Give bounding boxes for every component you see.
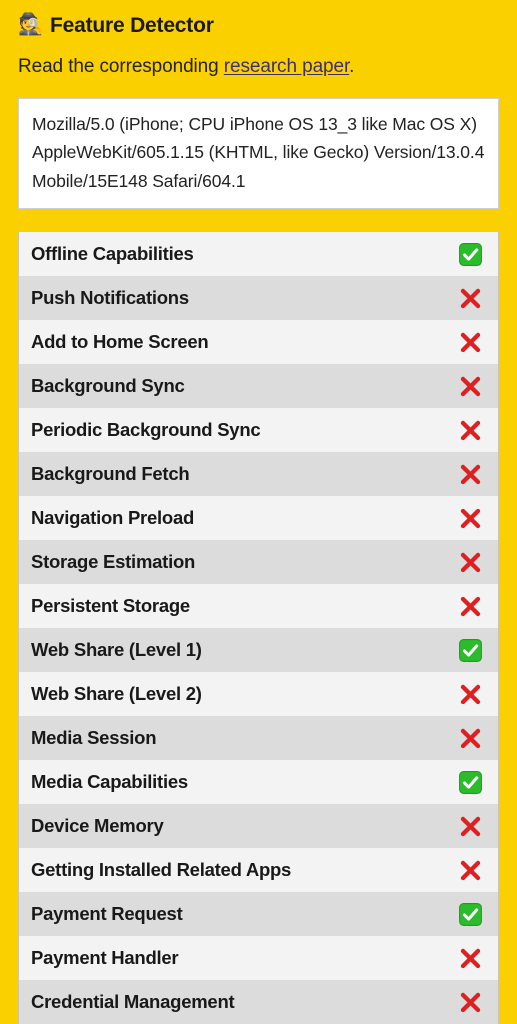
feature-row: Credential Management [19, 980, 498, 1024]
feature-label: Background Fetch [31, 463, 190, 485]
feature-list: Offline Capabilities Push Notifications Ad… [18, 231, 499, 1024]
unsupported-cross-icon [456, 416, 484, 444]
unsupported-cross-icon [456, 504, 484, 532]
feature-row: Media Capabilities [19, 760, 498, 805]
feature-label: Background Sync [31, 375, 185, 397]
feature-label: Payment Request [31, 903, 183, 925]
feature-label: Media Session [31, 727, 157, 749]
unsupported-cross-icon [456, 680, 484, 708]
intro-suffix: . [349, 56, 355, 77]
unsupported-cross-icon [456, 592, 484, 620]
intro-text: Read the corresponding research paper. [18, 56, 499, 78]
supported-check-icon [456, 240, 484, 268]
unsupported-cross-icon [456, 856, 484, 884]
supported-check-icon [456, 900, 484, 928]
feature-label: Media Capabilities [31, 771, 188, 793]
unsupported-cross-icon [456, 724, 484, 752]
feature-row: Persistent Storage [19, 584, 498, 629]
feature-row: Web Share (Level 2) [19, 672, 498, 717]
feature-row: Web Share (Level 1) [19, 628, 498, 673]
feature-label: Navigation Preload [31, 507, 195, 529]
feature-row: Storage Estimation [19, 540, 498, 585]
user-agent-box: Mozilla/5.0 (iPhone; CPU iPhone OS 13_3 … [18, 98, 499, 210]
feature-row: Background Fetch [19, 452, 498, 497]
feature-label: Push Notifications [31, 287, 189, 309]
feature-label: Periodic Background Sync [31, 419, 261, 441]
research-paper-link[interactable]: research paper [224, 56, 349, 77]
feature-label: Device Memory [31, 815, 164, 837]
feature-row: Periodic Background Sync [19, 408, 498, 453]
unsupported-cross-icon [456, 988, 484, 1016]
intro-prefix: Read the corresponding [18, 56, 224, 77]
feature-label: Persistent Storage [31, 595, 190, 617]
unsupported-cross-icon [456, 328, 484, 356]
feature-row: Device Memory [19, 804, 498, 849]
unsupported-cross-icon [456, 372, 484, 400]
feature-label: Storage Estimation [31, 551, 196, 573]
feature-row: Payment Request [19, 892, 498, 937]
feature-row: Payment Handler [19, 936, 498, 981]
unsupported-cross-icon [456, 548, 484, 576]
feature-row: Background Sync [19, 364, 498, 409]
unsupported-cross-icon [456, 460, 484, 488]
page-title: Feature Detector [50, 13, 214, 37]
feature-label: Web Share (Level 1) [31, 639, 202, 661]
feature-label: Credential Management [31, 991, 235, 1013]
feature-row: Navigation Preload [19, 496, 498, 541]
feature-label: Web Share (Level 2) [31, 683, 202, 705]
feature-row: Push Notifications [19, 276, 498, 321]
feature-row: Add to Home Screen [19, 320, 498, 365]
feature-label: Getting Installed Related Apps [31, 859, 292, 881]
feature-row: Getting Installed Related Apps [19, 848, 498, 893]
unsupported-cross-icon [456, 944, 484, 972]
feature-row: Media Session [19, 716, 498, 761]
feature-detector-page: 🕵️ Feature Detector Read the correspondi… [0, 0, 517, 1024]
unsupported-cross-icon [456, 284, 484, 312]
detective-icon: 🕵️ [18, 12, 45, 36]
supported-check-icon [456, 768, 484, 796]
feature-row: Offline Capabilities [19, 232, 498, 277]
supported-check-icon [456, 636, 484, 664]
feature-label: Add to Home Screen [31, 331, 209, 353]
unsupported-cross-icon [456, 812, 484, 840]
feature-label: Payment Handler [31, 947, 179, 969]
feature-label: Offline Capabilities [31, 243, 194, 265]
app-header: 🕵️ Feature Detector [18, 0, 499, 40]
